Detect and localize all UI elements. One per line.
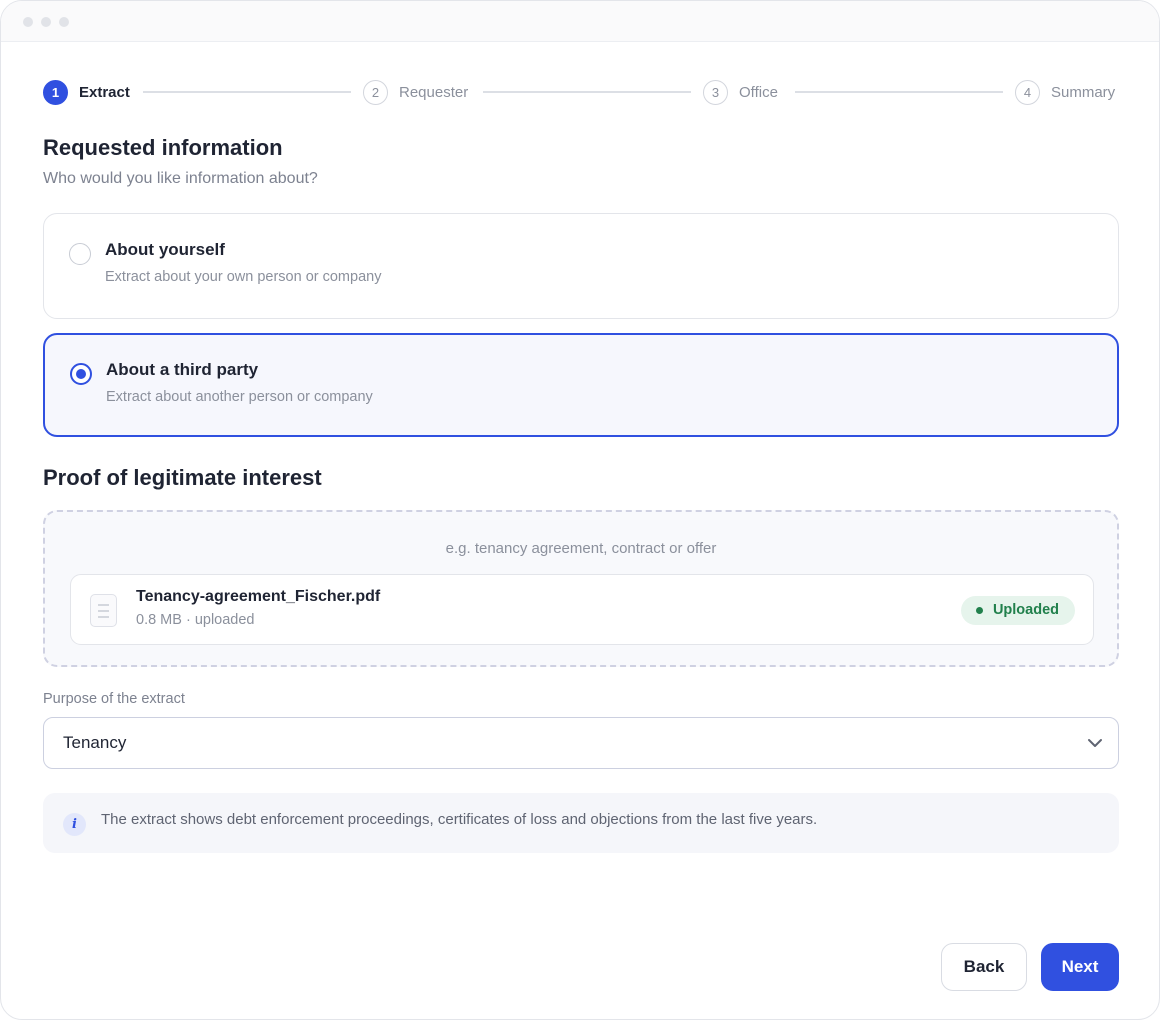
step-number: 2 [363,79,388,105]
info-icon: i [63,813,86,836]
step-connector [483,91,691,93]
step-office[interactable]: 3 Office [703,79,778,105]
app-window: 1 Extract 2 Requester 3 Office 4 Summary… [0,0,1160,1020]
info-text: The extract shows debt enforcement proce… [101,811,818,828]
status-badge: Uploaded [960,596,1075,625]
back-button[interactable]: Back [941,943,1027,991]
step-label: Office [739,83,778,101]
purpose-label: Purpose of the extract [43,691,185,707]
file-dropzone[interactable]: e.g. tenancy agreement, contract or offe… [43,510,1119,667]
chevron-down-icon [1088,739,1102,747]
radio-button[interactable] [69,243,91,265]
window-dot-icon [59,17,69,27]
step-connector [143,91,351,93]
step-number: 3 [703,79,728,105]
requested-info-title: Requested information [43,135,283,160]
option-title: About a third party [106,360,259,379]
option-description: Extract about another person or company [106,389,373,405]
file-meta: 0.8 MB · uploaded [136,612,255,628]
step-connector [795,91,1003,93]
step-label: Requester [399,83,469,101]
uploaded-file-card[interactable]: Tenancy-agreement_Fischer.pdf 0.8 MB · u… [70,574,1094,645]
window-titlebar [1,1,1159,42]
step-label: Summary [1051,83,1116,101]
step-label: Extract [79,83,130,101]
step-summary[interactable]: 4 Summary [1015,79,1115,105]
document-icon [90,594,117,627]
window-dot-icon [23,17,33,27]
step-requester[interactable]: 2 Requester [363,79,468,105]
purpose-select[interactable]: Tenancy [43,717,1119,769]
option-title: About yourself [105,240,225,259]
step-number: 4 [1015,79,1040,105]
progress-stepper: 1 Extract 2 Requester 3 Office 4 Summary [43,79,1119,105]
window-dot-icon [41,17,51,27]
file-name: Tenancy-agreement_Fischer.pdf [136,588,381,605]
purpose-value: Tenancy [63,733,127,752]
next-button[interactable]: Next [1041,943,1119,991]
option-description: Extract about your own person or company [105,269,382,285]
option-about-yourself[interactable]: About yourself Extract about your own pe… [43,213,1119,319]
proof-title: Proof of legitimate interest [43,465,322,490]
requested-info-subtitle: Who would you like information about? [43,170,318,187]
step-extract[interactable]: 1 Extract [43,79,130,105]
dropzone-hint: e.g. tenancy agreement, contract or offe… [445,540,717,557]
step-number: 1 [43,79,68,105]
option-about-third-party[interactable]: About a third party Extract about anothe… [43,333,1119,437]
radio-button-selected[interactable] [70,363,92,385]
info-notice: i The extract shows debt enforcement pro… [43,793,1119,853]
